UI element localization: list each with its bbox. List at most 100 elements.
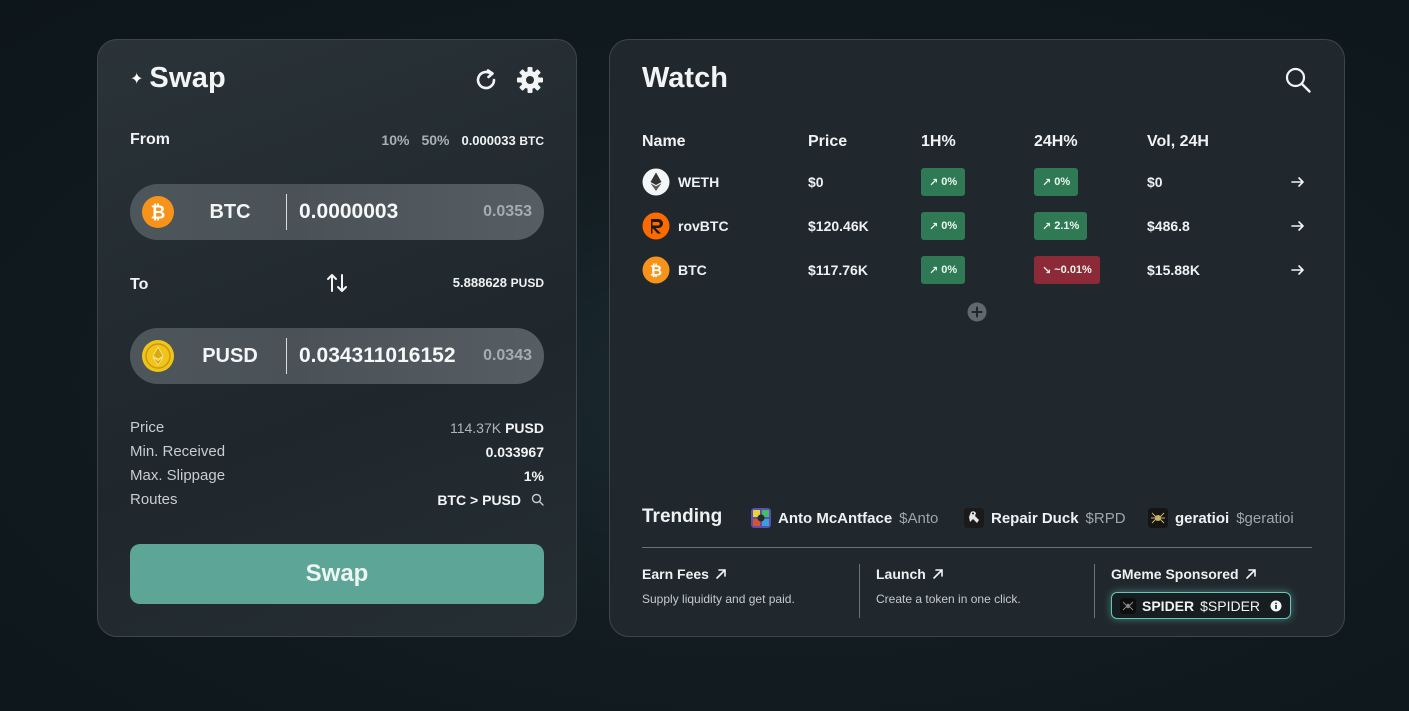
from-amount-input[interactable]: 0.0000003 bbox=[299, 200, 398, 224]
trending-name: geratioi bbox=[1175, 509, 1230, 527]
to-token-select[interactable]: PUSD bbox=[190, 345, 270, 368]
promo-description: Create a token in one click. bbox=[876, 592, 1021, 606]
trending-item[interactable]: Anto McAntface $Anto bbox=[751, 508, 938, 528]
slippage-value: 1% bbox=[523, 467, 544, 484]
trending-label: Trending bbox=[642, 506, 723, 527]
external-link-icon bbox=[932, 569, 943, 579]
token-avatar bbox=[1148, 508, 1168, 528]
trending-symbol: $RPD bbox=[1085, 509, 1126, 527]
routes-row: Routes BTC > PUSD bbox=[130, 491, 544, 508]
divider bbox=[642, 547, 1312, 548]
column-header-name[interactable]: Name bbox=[642, 133, 686, 151]
search-icon[interactable] bbox=[1284, 66, 1312, 94]
to-token-field[interactable]: PUSD 0.034311016152 0.0343 bbox=[130, 328, 544, 384]
promo-title: Earn Fees bbox=[642, 566, 709, 582]
refresh-icon[interactable] bbox=[472, 66, 500, 94]
sparkle-icon: ✦ bbox=[130, 70, 144, 88]
slippage-label: Max. Slippage bbox=[130, 467, 226, 484]
search-icon[interactable] bbox=[531, 493, 544, 506]
external-link-icon bbox=[716, 569, 726, 579]
divider bbox=[286, 338, 287, 374]
to-balance: 5.888628 PUSD bbox=[453, 275, 544, 290]
token-volume: $15.88K bbox=[1147, 262, 1200, 278]
column-header-volume[interactable]: Vol, 24H bbox=[1147, 133, 1209, 151]
min-received-value: 0.033967 bbox=[485, 443, 544, 460]
to-amount-output[interactable]: 0.034311016152 bbox=[299, 344, 456, 368]
swap-title: Swap bbox=[149, 62, 226, 94]
min-received-row: Min. Received 0.033967 bbox=[130, 443, 544, 460]
from-token-select[interactable]: BTC bbox=[190, 201, 270, 224]
arrow-right-icon[interactable] bbox=[1290, 262, 1306, 278]
change-24h-badge: ↘ ~0.01% bbox=[1034, 256, 1100, 284]
arrow-up-right-icon: ↗ bbox=[929, 176, 939, 189]
column-header-24h[interactable]: 24H% bbox=[1034, 133, 1078, 151]
svg-text:₿: ₿ bbox=[151, 203, 166, 224]
to-balance-value: 5.888628 bbox=[452, 275, 508, 290]
to-usd-value: 0.0343 bbox=[483, 347, 532, 364]
trending-item[interactable]: Repair Duck $RPD bbox=[964, 508, 1126, 528]
routes-value[interactable]: BTC > PUSD bbox=[437, 491, 544, 508]
arrow-down-right-icon: ↘ bbox=[1042, 264, 1052, 277]
gear-icon[interactable] bbox=[515, 65, 545, 95]
sponsor-name: SPIDER bbox=[1142, 597, 1195, 614]
token-price: $117.76K bbox=[808, 262, 868, 278]
price-value: 114.37K PUSD bbox=[450, 419, 544, 436]
arrow-up-right-icon: ↗ bbox=[929, 220, 939, 233]
token-price: $0 bbox=[808, 174, 824, 190]
to-label: To bbox=[130, 276, 149, 293]
info-icon[interactable] bbox=[1270, 600, 1282, 612]
token-name: WETH bbox=[678, 174, 720, 190]
sponsor-symbol: $SPIDER bbox=[1200, 597, 1261, 614]
add-token-icon[interactable] bbox=[967, 302, 987, 322]
swap-panel: ✦ Swap From 10% 50% 0.000033 BTC ₿ BTC 0… bbox=[97, 39, 577, 637]
spider-icon bbox=[1120, 597, 1136, 614]
earn-fees-link[interactable]: Earn Fees bbox=[642, 566, 727, 582]
change-24h-value: 2.1% bbox=[1054, 220, 1080, 232]
pct-10-button[interactable]: 10% bbox=[381, 132, 409, 148]
swap-button[interactable]: Swap bbox=[130, 544, 544, 604]
trending-item[interactable]: geratioi $geratioi bbox=[1148, 508, 1294, 528]
arrow-right-icon[interactable] bbox=[1290, 218, 1306, 234]
column-header-price[interactable]: Price bbox=[808, 133, 847, 151]
token-price: $120.46K bbox=[808, 218, 869, 234]
token-name: rovBTC bbox=[678, 218, 729, 234]
gmeme-sponsored-link[interactable]: GMeme Sponsored bbox=[1111, 566, 1257, 582]
promo-title: Launch bbox=[876, 566, 926, 582]
percent-options: 10% 50% 0.000033 BTC bbox=[381, 132, 544, 148]
bitcoin-icon: ₿ bbox=[642, 256, 670, 284]
promo-title: GMeme Sponsored bbox=[1111, 566, 1239, 582]
change-24h-value: 0% bbox=[1054, 176, 1071, 188]
table-row[interactable]: ₿ BTC $117.76K ↗ 0% ↘ ~0.01% $15.88K bbox=[610, 255, 1346, 285]
promo-description: Supply liquidity and get paid. bbox=[642, 592, 795, 606]
table-row[interactable]: rovBTC $120.46K ↗ 0% ↗ 2.1% $486.8 bbox=[610, 211, 1346, 241]
launch-link[interactable]: Launch bbox=[876, 566, 944, 582]
to-balance-unit: PUSD bbox=[510, 276, 544, 290]
watch-title: Watch bbox=[642, 62, 728, 94]
slippage-row: Max. Slippage 1% bbox=[130, 467, 544, 484]
price-unit: PUSD bbox=[505, 419, 544, 436]
change-24h-badge: ↗ 0% bbox=[1034, 168, 1079, 196]
table-row[interactable]: WETH $0 ↗ 0% ↗ 0% $0 bbox=[610, 167, 1346, 197]
ethereum-icon bbox=[642, 168, 670, 196]
min-received-label: Min. Received bbox=[130, 443, 226, 460]
from-token-field[interactable]: ₿ BTC 0.0000003 0.0353 bbox=[130, 184, 544, 240]
external-link-icon bbox=[1245, 569, 1256, 579]
trending-symbol: $geratioi bbox=[1236, 509, 1294, 527]
token-volume: $486.8 bbox=[1147, 218, 1190, 234]
from-balance[interactable]: 0.000033 BTC bbox=[461, 133, 544, 148]
token-avatar bbox=[751, 508, 771, 528]
trending-symbol: $Anto bbox=[899, 509, 939, 527]
price-row: Price 114.37K PUSD bbox=[130, 419, 544, 436]
arrow-right-icon[interactable] bbox=[1290, 174, 1306, 190]
arrow-up-right-icon: ↗ bbox=[929, 264, 939, 277]
column-header-1h[interactable]: 1H% bbox=[921, 133, 956, 151]
divider bbox=[286, 194, 287, 230]
pct-50-button[interactable]: 50% bbox=[421, 132, 449, 148]
svg-text:₿: ₿ bbox=[650, 262, 662, 280]
arrow-up-right-icon: ↗ bbox=[1042, 176, 1052, 189]
change-24h-value: ~0.01% bbox=[1054, 264, 1092, 276]
sponsored-token-button[interactable]: SPIDER $SPIDER bbox=[1111, 592, 1291, 619]
change-1h-value: 0% bbox=[941, 264, 958, 276]
swap-direction-icon[interactable] bbox=[324, 271, 350, 295]
trending-name: Anto McAntface bbox=[778, 509, 893, 527]
